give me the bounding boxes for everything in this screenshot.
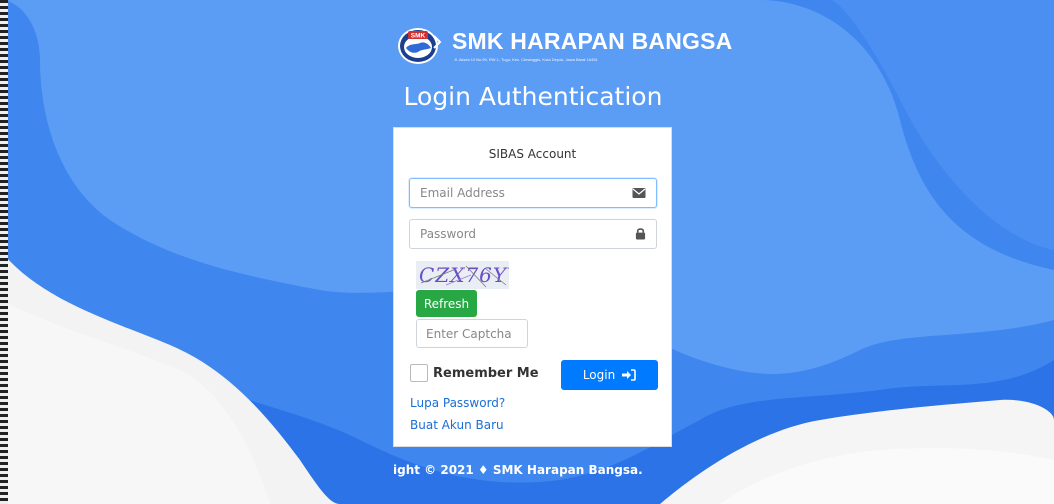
captcha-field[interactable] — [416, 319, 528, 348]
remember-me-checkbox[interactable] — [410, 364, 428, 382]
envelope-icon — [632, 188, 646, 198]
refresh-captcha-button[interactable]: Refresh — [416, 290, 477, 317]
register-account-link[interactable]: Buat Akun Baru — [410, 418, 504, 432]
password-input[interactable] — [420, 220, 620, 248]
logo-text: SMK — [411, 33, 426, 40]
login-button-label: Login — [582, 368, 616, 382]
forgot-password-link[interactable]: Lupa Password? — [410, 396, 505, 410]
copyright-footer: ight © 2021 ♦ SMK Harapan Bangsa. — [393, 463, 643, 477]
page-title: Login Authentication — [403, 82, 663, 111]
login-button[interactable]: Login — [561, 360, 658, 390]
left-edge-strip — [0, 0, 8, 504]
sign-in-icon — [622, 369, 636, 381]
captcha-noise — [420, 265, 507, 288]
school-address: Jl. Akses UI No.99, RW 1, Tugu, Kec. Cim… — [454, 57, 598, 62]
captcha-image: CZX76YY — [416, 261, 509, 289]
lock-icon — [635, 228, 646, 240]
remember-me-label[interactable]: Remember Me — [433, 366, 539, 381]
captcha-input[interactable] — [426, 320, 522, 347]
email-field[interactable] — [409, 178, 657, 208]
password-field[interactable] — [409, 219, 657, 249]
school-name: SMK HARAPAN BANGSA — [452, 28, 733, 54]
card-title: SIBAS Account — [488, 147, 577, 161]
brand-header: SMK SMK HARAPAN BANGSA Jl. Akses UI No.9… — [396, 24, 732, 68]
school-logo-icon: SMK — [398, 28, 442, 64]
login-card: SIBAS Account CZX76YY Refresh Remember M… — [393, 127, 672, 447]
email-input[interactable] — [420, 179, 620, 207]
